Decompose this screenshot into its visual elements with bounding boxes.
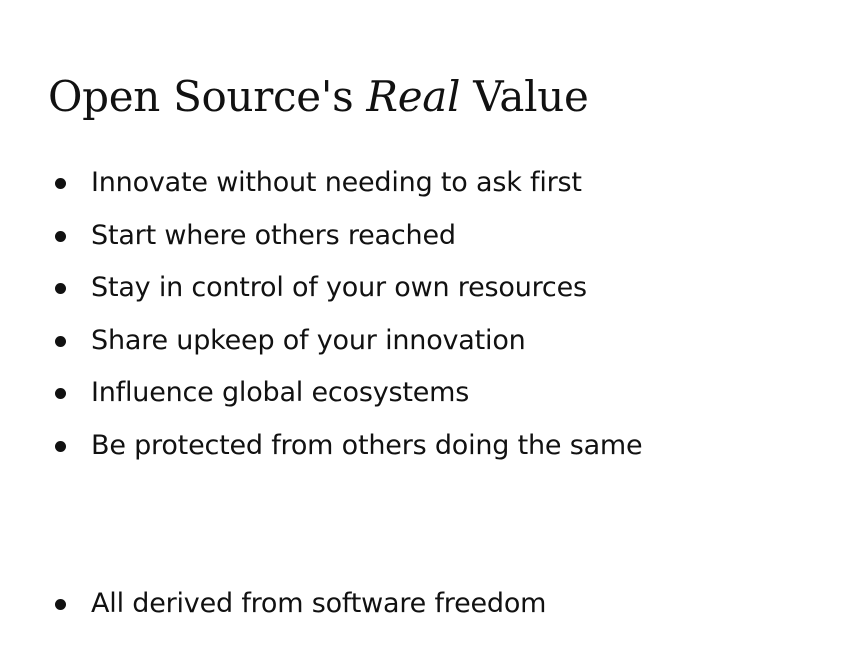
bullet-text: Stay in control of your own resources — [91, 272, 587, 303]
list-item: Influence global ecosystems — [0, 375, 865, 411]
bullet-text: Influence global ecosystems — [91, 377, 470, 408]
list-item: Be protected from others doing the same — [0, 428, 865, 464]
conclusion-text: All derived from software freedom — [91, 588, 547, 619]
title-emphasis: Real — [366, 72, 461, 121]
bullet-dot-icon — [55, 178, 66, 189]
bullet-dot-icon — [55, 599, 66, 610]
bullet-text: Be protected from others doing the same — [91, 430, 643, 461]
bullet-text: Start where others reached — [91, 220, 456, 251]
bullet-text: Innovate without needing to ask first — [91, 167, 582, 198]
bullet-text: Share upkeep of your innovation — [91, 325, 526, 356]
bullet-dot-icon — [55, 283, 66, 294]
slide-title: Open Source's Real Value — [48, 71, 589, 123]
bullet-dot-icon — [55, 336, 66, 347]
list-item: Share upkeep of your innovation — [0, 323, 865, 359]
conclusion-item: All derived from software freedom — [0, 586, 865, 622]
title-suffix: Value — [460, 72, 589, 121]
list-item: Stay in control of your own resources — [0, 270, 865, 306]
list-item: Start where others reached — [0, 218, 865, 254]
slide: Open Source's Real Value Innovate withou… — [0, 0, 865, 649]
bullet-dot-icon — [55, 441, 66, 452]
bullet-dot-icon — [55, 231, 66, 242]
title-prefix: Open Source's — [48, 72, 367, 121]
bullet-dot-icon — [55, 388, 66, 399]
list-item: Innovate without needing to ask first — [0, 165, 865, 201]
